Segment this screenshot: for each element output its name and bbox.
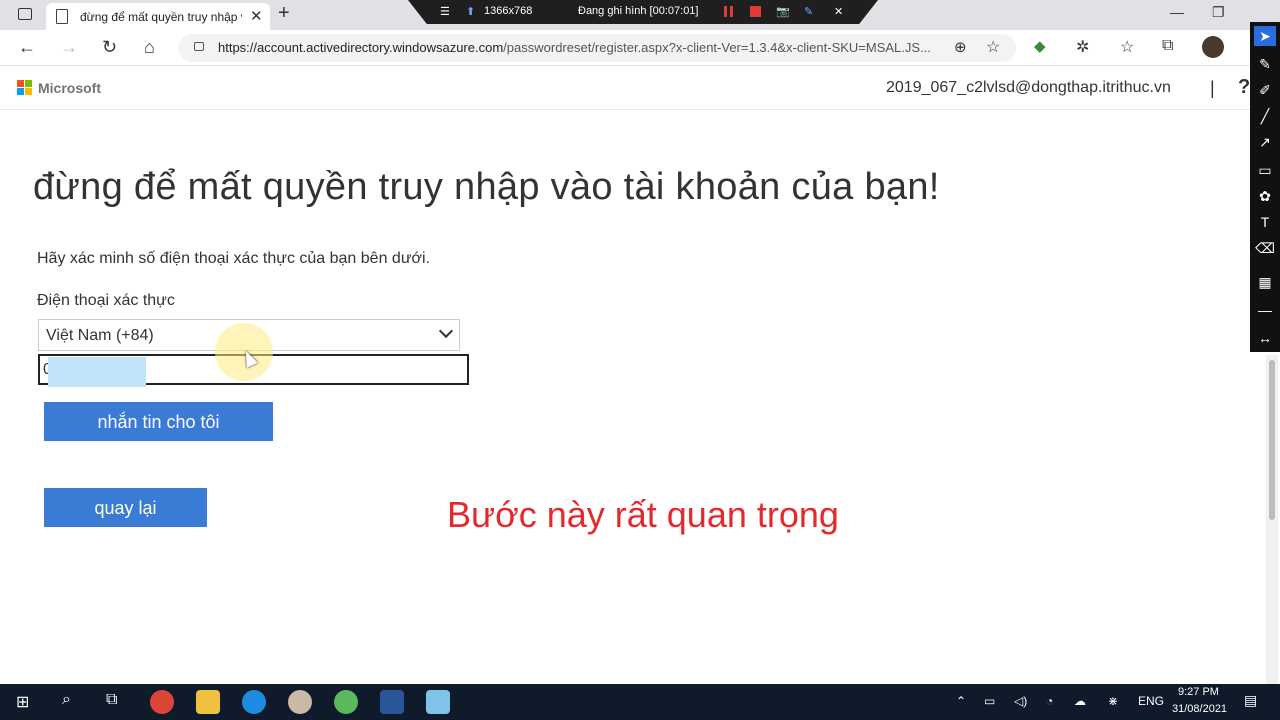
tab-title: đừng để mất quyền truy nhập và bbox=[80, 10, 242, 24]
restore-icon[interactable]: ❐ bbox=[1212, 4, 1225, 21]
grid-tool-icon[interactable]: ▦ bbox=[1254, 272, 1276, 292]
recorder-status: Đang ghi hình [00:07:01] bbox=[578, 5, 699, 17]
start-icon[interactable]: ⊞ bbox=[16, 692, 29, 712]
tab-close-icon[interactable]: ✕ bbox=[250, 7, 263, 25]
text-me-button[interactable]: nhắn tin cho tôi bbox=[44, 402, 273, 441]
marker-tool-icon[interactable]: ✐ bbox=[1254, 80, 1276, 100]
word-icon[interactable] bbox=[380, 690, 404, 714]
rectangle-tool-icon[interactable]: ▭ bbox=[1254, 160, 1276, 180]
recorder-resolution: 1366x768 bbox=[484, 5, 533, 17]
browser-tab[interactable]: đừng để mất quyền truy nhập và ✕ bbox=[46, 3, 270, 30]
clock-time[interactable]: 9:27 PM bbox=[1178, 686, 1219, 698]
recorder-bar: ☰ ⬆ 1366x768 Đang ghi hình [00:07:01] 📷 … bbox=[408, 0, 878, 24]
back-icon[interactable]: ← bbox=[18, 37, 36, 58]
close-icon[interactable]: ✕ bbox=[834, 5, 843, 18]
profile-avatar[interactable] bbox=[1202, 36, 1224, 58]
menu-icon[interactable]: ☰ bbox=[440, 5, 450, 18]
address-bar[interactable]: https://account.activedirectory.windowsa… bbox=[178, 34, 1016, 62]
url-path: /passwordreset/register.aspx?x-client-Ve… bbox=[503, 40, 931, 55]
windows-taskbar: ⊞ ⌕ ⧉ ⌃ ▭ ◁) ◔ ☁ ⋇ ENG 9:27 PM 31/08/202… bbox=[0, 684, 1280, 720]
stop-icon[interactable] bbox=[750, 6, 761, 17]
line-tool-icon[interactable]: ╱ bbox=[1254, 106, 1276, 126]
pointer-tool-icon[interactable]: ➤ bbox=[1254, 26, 1276, 46]
wifi-icon[interactable]: ◔ bbox=[1046, 694, 1053, 708]
language-indicator[interactable]: ENG bbox=[1138, 694, 1164, 708]
cloud-icon[interactable]: ☁ bbox=[1074, 694, 1086, 708]
line-width-icon[interactable]: — bbox=[1254, 300, 1276, 320]
web-page: Microsoft 2019_067_c2lvlsd@dongthap.itri… bbox=[0, 66, 1250, 684]
battery-icon[interactable]: ▭ bbox=[984, 694, 995, 708]
tab-actions-icon[interactable] bbox=[18, 8, 32, 20]
pen-icon[interactable]: ✎ bbox=[804, 5, 813, 18]
arrow-tool-icon[interactable]: ↗ bbox=[1254, 132, 1276, 152]
extension-icon[interactable]: ◆ bbox=[1034, 37, 1046, 55]
header-separator: | bbox=[1210, 78, 1215, 98]
task-view-icon[interactable]: ⧉ bbox=[106, 691, 117, 709]
app-icon[interactable] bbox=[288, 690, 312, 714]
favorites-icon[interactable]: ☆ bbox=[1120, 37, 1134, 57]
instruction-text: Hãy xác minh số điện thoại xác thực của … bbox=[37, 250, 431, 267]
page-title: đừng để mất quyền truy nhập vào tài khoả… bbox=[33, 166, 940, 208]
favorite-add-icon[interactable]: ☆ bbox=[986, 37, 1000, 57]
redaction-overlay bbox=[48, 357, 146, 387]
back-button[interactable]: quay lại bbox=[44, 488, 207, 527]
pin-icon[interactable]: ⬆ bbox=[466, 5, 475, 18]
help-icon[interactable]: ? bbox=[1238, 76, 1250, 99]
minimize-icon[interactable]: — bbox=[1170, 4, 1184, 20]
puzzle-icon[interactable]: ✲ bbox=[1076, 37, 1089, 57]
chevron-down-icon bbox=[438, 323, 454, 339]
app-icon[interactable] bbox=[334, 690, 358, 714]
country-selected-value: Việt Nam (+84) bbox=[46, 327, 154, 344]
notifications-icon[interactable]: ▤ bbox=[1244, 692, 1257, 709]
app-icon[interactable] bbox=[426, 690, 450, 714]
text-tool-icon[interactable]: T bbox=[1254, 212, 1276, 232]
home-icon[interactable]: ⌂ bbox=[144, 37, 155, 58]
new-tab-icon[interactable]: + bbox=[278, 2, 290, 25]
url-host: https://account.activedirectory.windowsa… bbox=[218, 40, 504, 55]
file-explorer-icon[interactable] bbox=[196, 690, 220, 714]
volume-icon[interactable]: ◁) bbox=[1014, 694, 1027, 708]
phone-label: Điện thoại xác thực bbox=[37, 292, 175, 309]
pause-icon[interactable] bbox=[724, 6, 733, 17]
chevron-up-icon[interactable]: ⌃ bbox=[956, 694, 966, 708]
brand-name: Microsoft bbox=[38, 80, 101, 96]
microsoft-logo-icon bbox=[17, 80, 33, 96]
scrollbar-thumb[interactable] bbox=[1269, 360, 1275, 520]
forward-icon[interactable]: → bbox=[60, 37, 78, 58]
refresh-icon[interactable]: ↻ bbox=[102, 37, 117, 58]
browser-toolbar: ← → ↻ ⌂ https://account.activedirectory.… bbox=[0, 30, 1250, 66]
site-header: Microsoft 2019_067_c2lvlsd@dongthap.itri… bbox=[0, 66, 1250, 110]
pen-tool-icon[interactable]: ✎ bbox=[1254, 54, 1276, 74]
edge-icon[interactable] bbox=[242, 690, 266, 714]
url-text: https://account.activedirectory.windowsa… bbox=[218, 40, 938, 55]
collapse-icon[interactable]: ↔ bbox=[1254, 328, 1276, 348]
clock-date[interactable]: 31/08/2021 bbox=[1172, 703, 1227, 715]
user-email[interactable]: 2019_067_c2lvlsd@dongthap.itrithuc.vn bbox=[886, 79, 1171, 97]
chrome-icon[interactable] bbox=[150, 690, 174, 714]
annotation-text: Bước này rất quan trọng bbox=[447, 494, 839, 535]
page-icon bbox=[56, 9, 68, 24]
collections-icon[interactable]: ⧉ bbox=[1162, 37, 1173, 55]
network-icon[interactable]: ⋇ bbox=[1108, 694, 1118, 708]
lock-icon[interactable] bbox=[194, 42, 204, 51]
camera-icon[interactable]: 📷 bbox=[776, 5, 790, 18]
drawing-toolbar: ➤ ✎ ✐ ╱ ↗ ▭ ✿ T ⌫ ▦ — ↔ bbox=[1250, 22, 1280, 352]
zoom-icon[interactable]: ⊕ bbox=[954, 38, 967, 56]
color-tool-icon[interactable]: ✿ bbox=[1254, 186, 1276, 206]
eraser-tool-icon[interactable]: ⌫ bbox=[1254, 238, 1276, 258]
search-icon[interactable]: ⌕ bbox=[62, 691, 71, 709]
